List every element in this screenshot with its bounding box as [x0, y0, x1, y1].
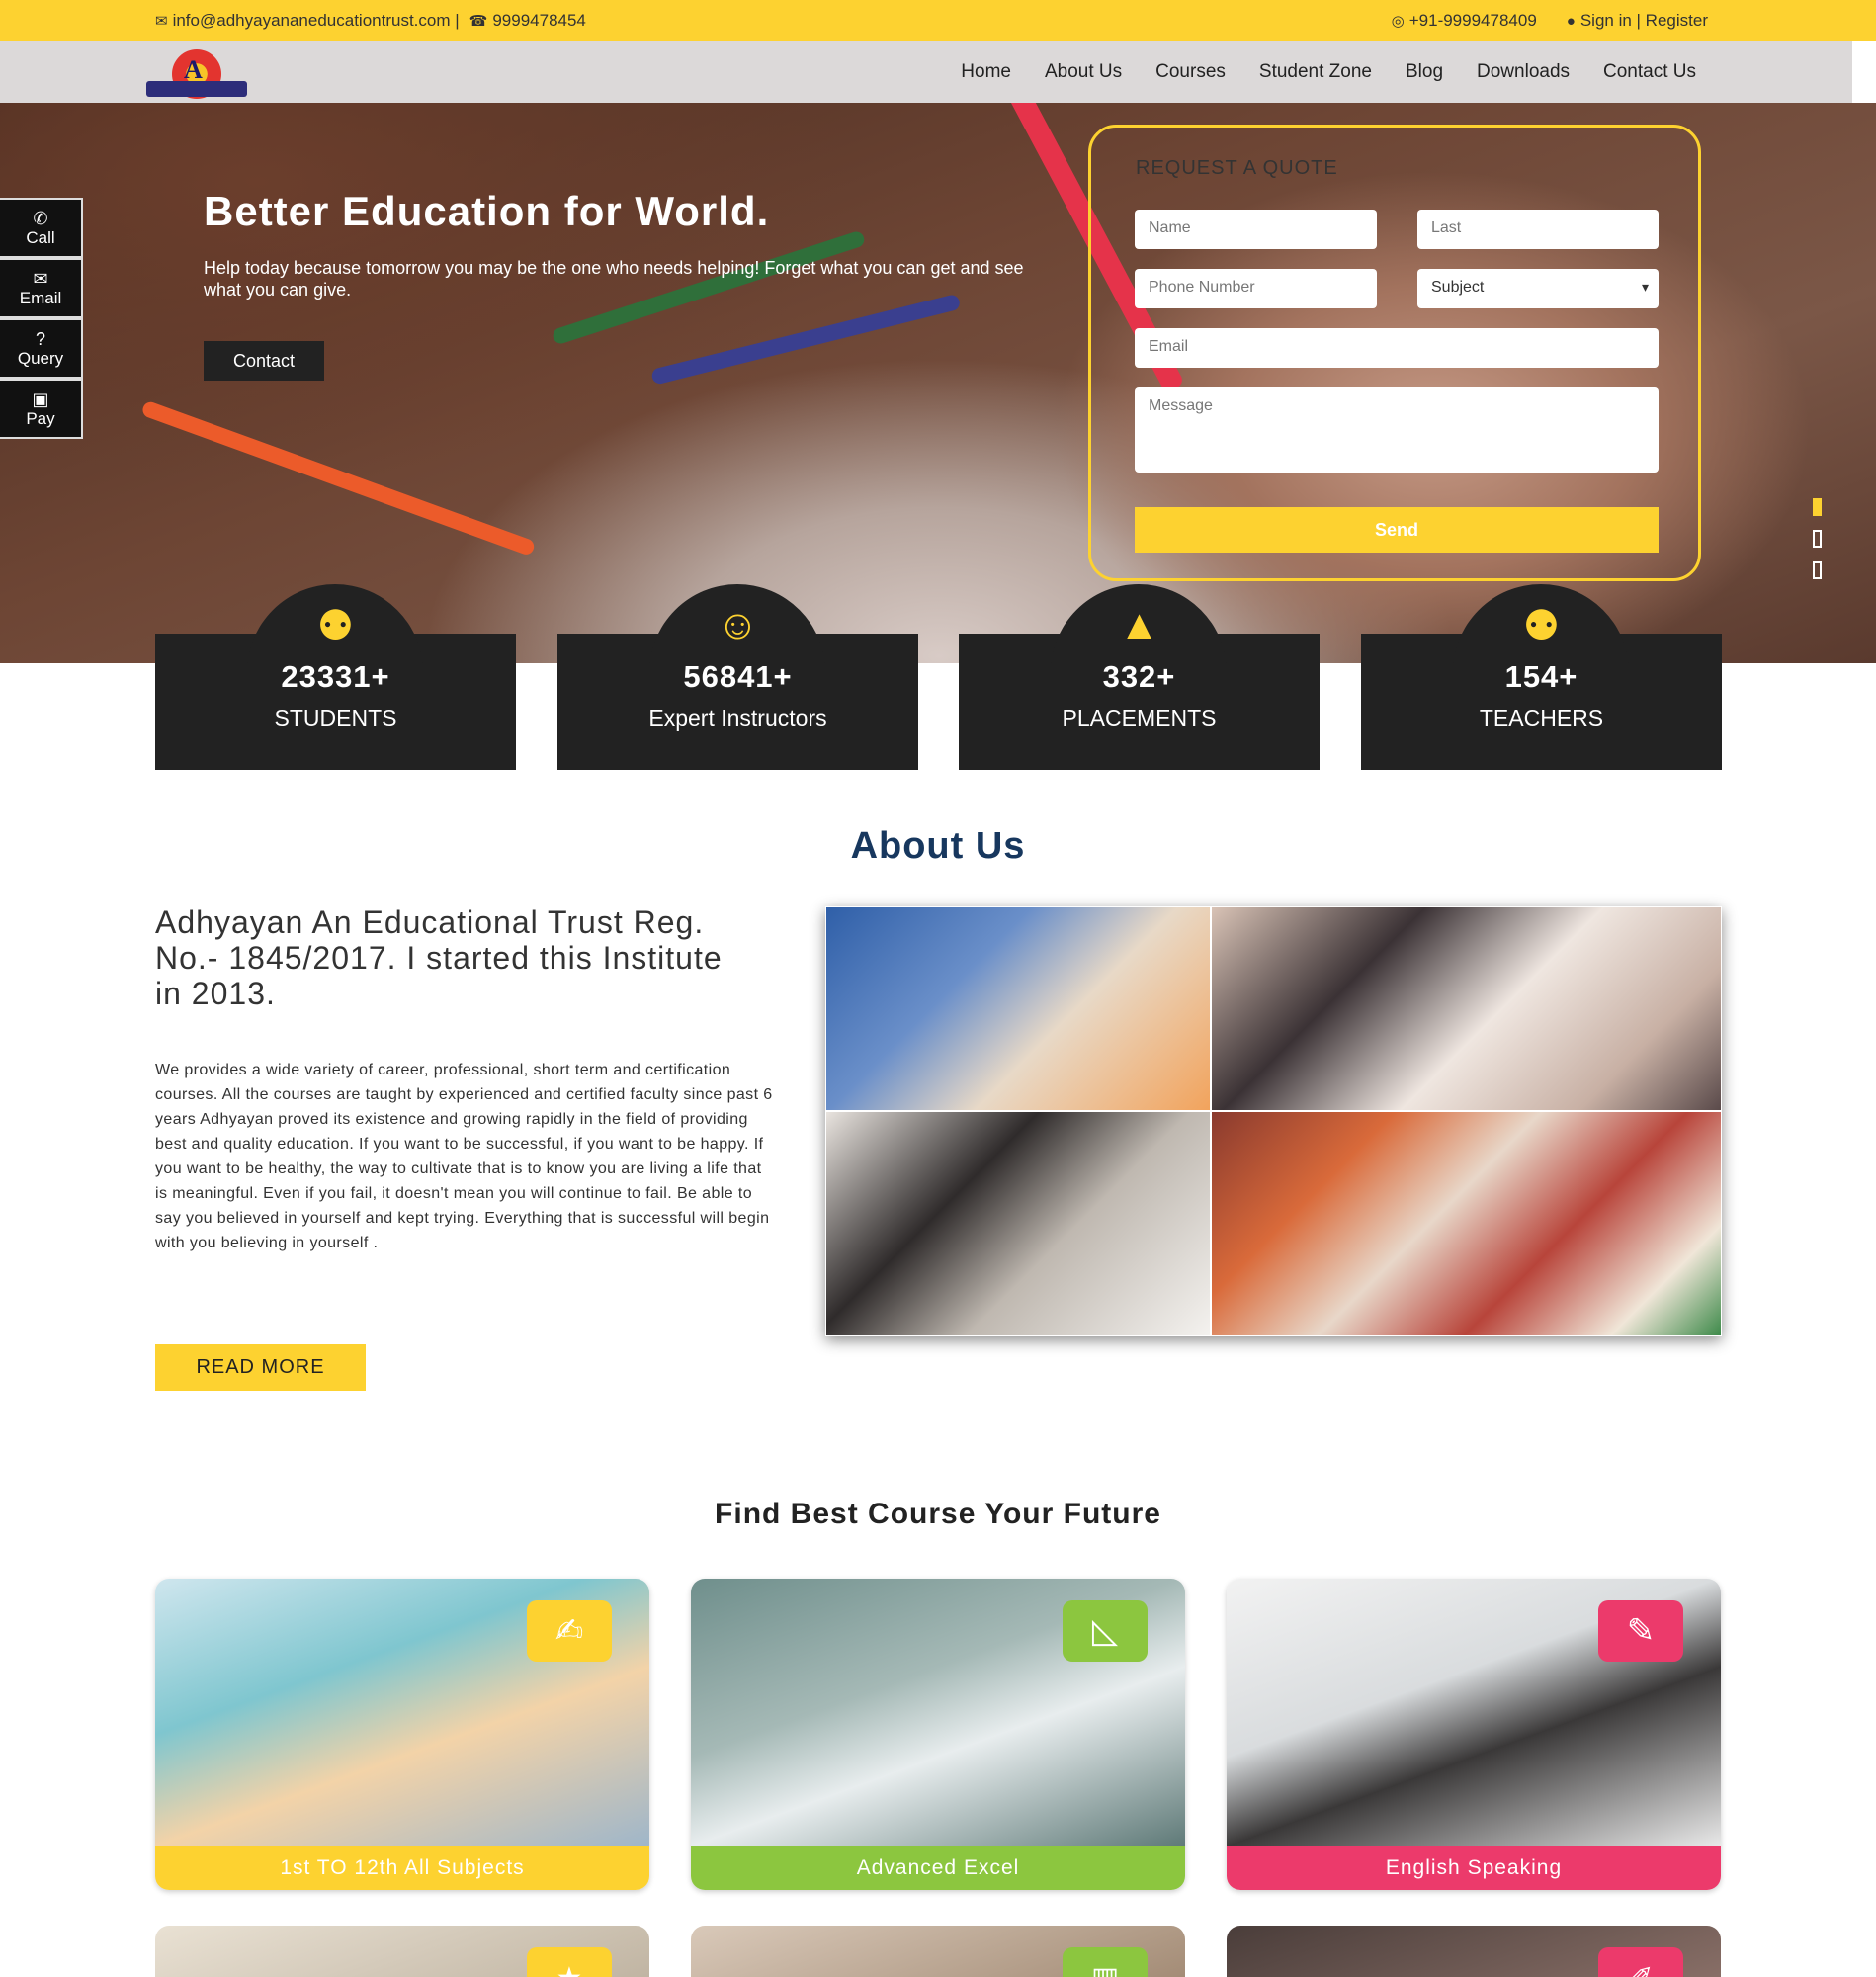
about-heading: Adhyayan An Educational Trust Reg. No.- … — [155, 904, 723, 1011]
whatsapp-link[interactable]: ◎ +91-9999478409 — [1392, 11, 1537, 31]
top-contact-bar: ✉ info@adhyayananeducationtrust.com | ☎ 99… — [0, 0, 1876, 41]
stat-expert-instructors: ☺ 56841+ Expert Instructors — [557, 584, 918, 770]
chart-icon: ▥ — [1063, 1947, 1148, 1977]
slider-dot-1[interactable] — [1813, 498, 1822, 516]
course-card-4[interactable]: ★ — [155, 1926, 649, 1977]
hero-banner: Better Education for World. Help today b… — [0, 103, 1876, 663]
collage-photo-1 — [825, 906, 1211, 1111]
stat-value: 56841+ — [683, 659, 793, 694]
message-textarea[interactable]: Message — [1135, 387, 1659, 473]
nav-blog[interactable]: Blog — [1406, 61, 1443, 83]
envelope-icon: ✉ — [33, 268, 48, 289]
email-link[interactable]: ✉ info@adhyayananeducationtrust.com | — [155, 11, 460, 31]
course-label: Advanced Excel — [691, 1846, 1185, 1890]
nav-student-zone[interactable]: Student Zone — [1259, 61, 1372, 83]
call-button[interactable]: ✆ Call — [0, 198, 83, 258]
hand-writing-icon: ✍ — [527, 1600, 612, 1662]
stat-teachers: ⚉ 154+ TEACHERS — [1361, 584, 1722, 770]
collage-photo-4 — [1211, 1111, 1722, 1336]
users-icon: ⚉ — [1522, 602, 1561, 648]
query-button[interactable]: ? Query — [0, 318, 83, 379]
last-name-input[interactable]: Last — [1417, 210, 1659, 249]
nav-menu: Home About Us Courses Student Zone Blog … — [961, 61, 1696, 83]
users-icon: ⚉ — [316, 602, 355, 648]
course-label: 1st TO 12th All Subjects — [155, 1846, 649, 1890]
courses-section-title: Find Best Course Your Future — [715, 1498, 1161, 1530]
email-input[interactable]: Email — [1135, 328, 1659, 368]
hero-pencil-red — [140, 399, 537, 558]
quote-title: REQUEST A QUOTE — [1136, 157, 1338, 179]
open-book-icon: ✎ — [1598, 1600, 1683, 1662]
pay-label: Pay — [26, 408, 55, 428]
main-navbar: A Home About Us Courses Student Zone Blo… — [0, 41, 1852, 103]
stat-label: PLACEMENTS — [1062, 705, 1217, 731]
course-card-1[interactable]: ✍ 1st TO 12th All Subjects — [155, 1579, 649, 1890]
collage-photo-2 — [1211, 906, 1722, 1111]
pay-button[interactable]: ▣ Pay — [0, 379, 83, 439]
hero-pencil-blue — [650, 293, 962, 386]
email-label: Email — [19, 288, 62, 307]
course-label: English Speaking — [1227, 1846, 1721, 1890]
nav-contact-us[interactable]: Contact Us — [1603, 61, 1696, 83]
email-button[interactable]: ✉ Email — [0, 258, 83, 318]
stat-label: STUDENTS — [274, 705, 397, 731]
stat-value: 332+ — [1102, 659, 1176, 694]
stat-label: Expert Instructors — [648, 705, 827, 731]
phone-link[interactable]: ☎ 9999478454 — [469, 11, 586, 31]
stat-placements: ▲ 332+ PLACEMENTS — [959, 584, 1320, 770]
about-photo-collage — [825, 906, 1722, 1336]
name-input[interactable]: Name — [1135, 210, 1377, 249]
side-quick-actions: ✆ Call ✉ Email ? Query ▣ Pay — [0, 198, 83, 439]
about-section-title: About Us — [850, 825, 1026, 867]
trophy-icon: ★ — [527, 1947, 612, 1977]
stat-students: ⚉ 23331+ STUDENTS — [155, 584, 516, 770]
site-logo[interactable]: A — [146, 45, 247, 99]
auth-text: Sign in | Register — [1579, 10, 1708, 30]
phone-input[interactable]: Phone Number — [1135, 269, 1377, 308]
logo-book — [146, 80, 247, 97]
course-card-6[interactable]: ✐ — [1227, 1926, 1721, 1977]
phone-icon: ✆ — [33, 208, 48, 228]
collage-photo-3 — [825, 1111, 1211, 1336]
call-label: Call — [26, 227, 55, 247]
hero-contact-button[interactable]: Contact — [204, 341, 324, 381]
whatsapp-text: +91-9999478409 — [1408, 10, 1537, 30]
user-icon: ● — [1566, 12, 1576, 30]
set-square-icon: ◺ — [1063, 1600, 1148, 1662]
edit-icon: ✐ — [1598, 1947, 1683, 1977]
hero-subtitle: Help today because tomorrow you may be t… — [204, 258, 1024, 300]
query-label: Query — [17, 348, 64, 368]
subject-select[interactable]: Subject — [1417, 269, 1659, 308]
about-body: We provides a wide variety of career, pr… — [155, 1062, 773, 1251]
slider-dot-3[interactable] — [1813, 561, 1822, 579]
slider-dots — [1813, 498, 1822, 579]
accessibility-icon: ☺ — [717, 601, 759, 647]
email-text: info@adhyayananeducationtrust.com | — [172, 10, 460, 30]
stat-value: 154+ — [1504, 659, 1578, 694]
course-card-5[interactable]: ▥ — [691, 1926, 1185, 1977]
nav-downloads[interactable]: Downloads — [1477, 61, 1570, 83]
envelope-icon: ✉ — [155, 12, 168, 30]
whatsapp-icon: ◎ — [1391, 12, 1405, 30]
course-card-3[interactable]: ✎ English Speaking — [1227, 1579, 1721, 1890]
stat-value: 23331+ — [281, 659, 390, 694]
auth-link[interactable]: ● Sign in | Register — [1567, 11, 1708, 31]
request-quote-form: REQUEST A QUOTE Name Last Phone Number S… — [1088, 125, 1701, 581]
hero-title: Better Education for World. — [204, 188, 770, 234]
nav-courses[interactable]: Courses — [1155, 61, 1226, 83]
slider-dot-2[interactable] — [1813, 530, 1822, 548]
send-button[interactable]: Send — [1135, 507, 1659, 553]
question-icon: ? — [35, 328, 45, 349]
phone-icon: ☎ — [469, 12, 488, 30]
phone-text: 9999478454 — [492, 10, 586, 30]
read-more-button[interactable]: READ MORE — [155, 1344, 366, 1391]
money-icon: ▣ — [32, 388, 49, 409]
graduation-cap-icon: ▲ — [1118, 601, 1160, 647]
nav-home[interactable]: Home — [961, 61, 1011, 83]
course-card-2[interactable]: ◺ Advanced Excel — [691, 1579, 1185, 1890]
stat-label: TEACHERS — [1479, 705, 1604, 731]
nav-about-us[interactable]: About Us — [1045, 61, 1122, 83]
